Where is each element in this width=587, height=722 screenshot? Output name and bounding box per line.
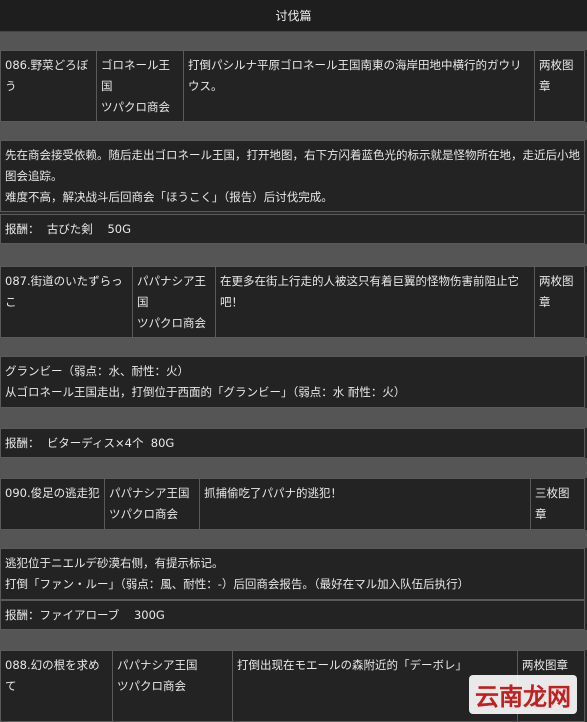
quest-row: 087.街道のいたずらっこ パパナシア王国 ツパクロ商会 在更多在街上行走的人被… xyxy=(0,266,585,338)
page-title-text: 讨伐篇 xyxy=(275,9,312,23)
page-title: 讨伐篇 xyxy=(0,0,587,32)
separator xyxy=(0,630,587,650)
reward-label: 报酬： xyxy=(5,608,40,622)
separator xyxy=(0,32,587,50)
separator xyxy=(0,122,587,140)
quest-description: 逃犯位于ニエルデ砂漠右侧，有提示标记。 打倒「ファン・ルー」（弱点：風、耐性：-… xyxy=(0,548,585,600)
desc-line: グランビー（弱点：水、耐性：火） xyxy=(5,364,189,378)
reward-gold: 80G xyxy=(150,436,175,450)
quest-client: パパナシア王国 ツパクロ商会 xyxy=(133,267,216,337)
quest-description: グランビー（弱点：水、耐性：火） 从ゴロネール王国走出，打倒位于西面的「グランビ… xyxy=(0,356,585,408)
quest-reward-count: 两枚图章 xyxy=(539,58,574,93)
reward-item: 古びた剣 xyxy=(46,222,93,236)
reward-item: ファイアローブ xyxy=(39,608,120,622)
reward-gold: 50G xyxy=(107,222,131,236)
quest-objective: 打倒パシルナ平原ゴロネール王国南東の海岸田地中横行的ガウリウス。 xyxy=(184,51,535,121)
separator xyxy=(0,530,587,548)
quest-description: 先在商会接受依赖。随后走出ゴロネール王国，打开地图，右下方闪着蓝色光的标示就是怪… xyxy=(0,140,585,212)
quest-client: パパナシア王国 ツパクロ商会 xyxy=(113,651,233,721)
separator xyxy=(0,338,587,356)
quest-client: ゴロネール王国 ツパクロ商会 xyxy=(97,51,184,121)
desc-line: 打倒「ファン・ルー」（弱点：風、耐性：-）后回商会报告。（最好在マル加入队伍后执… xyxy=(5,577,470,591)
quest-row: 086.野菜どろぼう ゴロネール王国 ツパクロ商会 打倒パシルナ平原ゴロネール王… xyxy=(0,50,585,122)
quest-reward-count: 两枚图章 xyxy=(539,274,574,309)
watermark-logo: 云南龙网 xyxy=(469,675,577,714)
quest-reward-count: 三枚图章 xyxy=(535,486,570,521)
desc-line: 逃犯位于ニエルデ砂漠右侧，有提示标记。 xyxy=(5,556,224,570)
quest-row: 090.俊足の逃走犯 パパナシア王国 ツパクロ商会 抓捕偷吃了パパナ的逃犯！ 三… xyxy=(0,478,585,530)
desc-line: 从ゴロネール王国走出，打倒位于西面的「グランビー」（弱点：水 耐性：火） xyxy=(5,385,406,399)
reward-gold: 300G xyxy=(133,608,165,622)
separator xyxy=(0,458,587,478)
quest-reward: 报酬： 古びた剣 50G xyxy=(0,214,585,244)
quest-reward: 报酬： ファイアローブ 300G xyxy=(0,600,585,630)
quest-client: パパナシア王国 ツパクロ商会 xyxy=(105,479,200,529)
quest-name: 088.幻の根を求めて xyxy=(1,651,113,721)
reward-label: 报酬： xyxy=(5,222,40,236)
quest-objective: 抓捕偷吃了パパナ的逃犯！ xyxy=(200,479,531,529)
quest-name: 087.街道のいたずらっこ xyxy=(1,267,133,337)
quest-objective: 在更多在街上行走的人被这只有着巨翼的怪物伤害前阻止它吧！ xyxy=(216,267,535,337)
quest-name: 090.俊足の逃走犯 xyxy=(1,479,105,529)
separator xyxy=(0,244,587,266)
quest-name: 086.野菜どろぼう xyxy=(1,51,97,121)
reward-label: 报酬： xyxy=(5,436,40,450)
desc-line: 先在商会接受依赖。随后走出ゴロネール王国，打开地图，右下方闪着蓝色光的标示就是怪… xyxy=(5,148,580,183)
reward-item: ビターディス×4个 xyxy=(46,436,144,450)
desc-line: 难度不高，解决战斗后回商会「ほうこく」（报告）后讨伐完成。 xyxy=(5,190,333,204)
quest-reward: 报酬： ビターディス×4个 80G xyxy=(0,428,585,458)
separator xyxy=(0,408,587,428)
